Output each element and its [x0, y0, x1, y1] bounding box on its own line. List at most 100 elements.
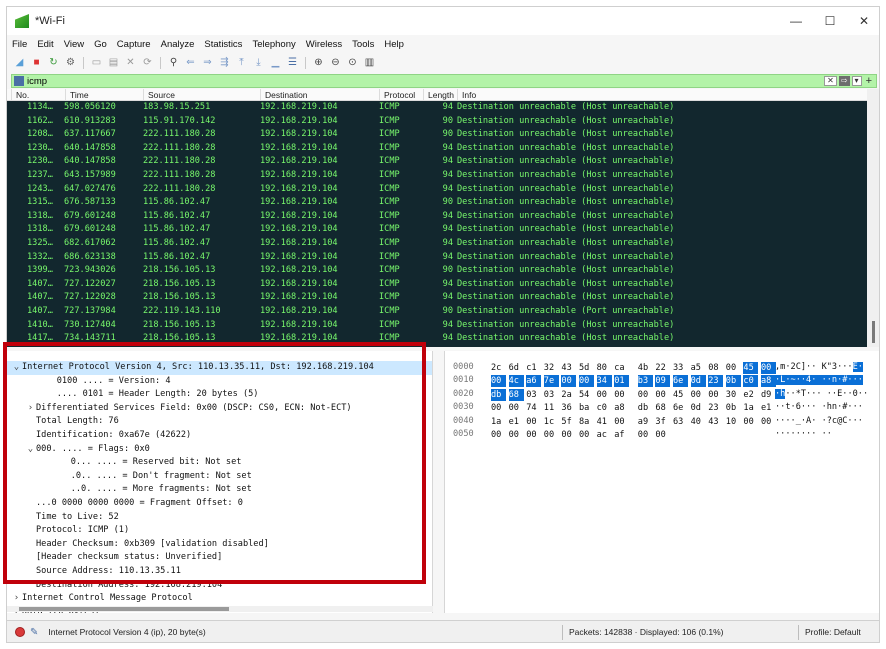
hex-byte[interactable]: 00	[491, 402, 506, 414]
go-back-icon[interactable]: ⇐	[184, 56, 197, 69]
hex-byte[interactable]: 1a	[743, 402, 758, 414]
packet-row[interactable]: 1208… 637.117667 222.111.180.28 192.168.219…	[7, 128, 867, 142]
hex-byte[interactable]: c1	[526, 362, 541, 374]
hex-byte[interactable]: 00	[614, 416, 629, 428]
hex-byte[interactable]: 5d	[579, 362, 594, 374]
menu-capture[interactable]: Capture	[112, 39, 156, 50]
zoom-out-icon[interactable]: ⊖	[329, 56, 342, 69]
hex-byte[interactable]: 11	[544, 402, 559, 414]
packet-row[interactable]: 1407… 727.122028 218.156.105.13 192.168.219…	[7, 291, 867, 305]
hex-ascii[interactable]: ·L·~··4· ··n·#···	[775, 374, 863, 387]
hex-byte[interactable]: 2c	[491, 362, 506, 374]
hex-byte[interactable]: 00	[761, 416, 776, 428]
hex-byte[interactable]: e1	[761, 402, 776, 414]
menu-analyze[interactable]: Analyze	[156, 39, 200, 50]
hex-byte[interactable]: 2a	[561, 389, 576, 401]
detail-tree-item[interactable]: › Differentiated Services Field: 0x00 (DS…	[7, 402, 432, 416]
column-header-source[interactable]: Source	[143, 89, 260, 101]
status-profile[interactable]: Profile: Default	[805, 621, 861, 642]
packet-row[interactable]: 1162… 610.913283 115.91.170.142 192.168.219…	[7, 115, 867, 129]
hex-byte[interactable]: 01	[614, 375, 630, 388]
collapsed-arrow-icon[interactable]: ›	[25, 402, 36, 416]
hex-ascii[interactable]: ,m·2C]·· K"3···E·	[775, 361, 863, 374]
hex-byte[interactable]: 68	[508, 388, 524, 401]
hex-byte[interactable]: c0	[597, 402, 612, 414]
hex-byte[interactable]: a5	[691, 362, 706, 374]
hex-byte[interactable]: 00	[655, 389, 670, 401]
filter-bookmark-icon[interactable]	[14, 76, 24, 86]
hex-byte[interactable]: 23	[708, 402, 723, 414]
expanded-arrow-icon[interactable]: ⌄	[25, 443, 36, 457]
resize-columns-icon[interactable]: ▥	[363, 56, 376, 69]
hex-byte[interactable]: 00	[726, 362, 741, 374]
detail-tree-item[interactable]: [Header checksum status: Unverified]	[7, 551, 432, 565]
reload-file-icon[interactable]: ⟳	[141, 56, 154, 69]
hex-byte[interactable]: 00	[509, 429, 524, 441]
hex-byte[interactable]: 00	[655, 429, 670, 441]
clear-filter-button[interactable]: ✕	[824, 76, 837, 86]
hex-byte[interactable]: 00	[579, 375, 594, 388]
packet-row[interactable]: 1134… 598.056120 183.98.15.251 192.168.219.…	[7, 101, 867, 115]
packet-row[interactable]: 1243… 647.027476 222.111.180.28 192.168.219…	[7, 183, 867, 197]
maximize-button[interactable]: ☐	[813, 7, 847, 35]
packet-row[interactable]: 1230… 640.147858 222.111.180.28 192.168.219…	[7, 155, 867, 169]
save-file-icon[interactable]: ▤	[107, 56, 120, 69]
hex-byte[interactable]: 45	[673, 389, 688, 401]
shark-fin-start-icon[interactable]: ◢	[13, 56, 26, 69]
restart-capture-icon[interactable]: ↻	[47, 56, 60, 69]
packet-row[interactable]: 1417… 734.143711 218.156.105.13 192.168.219…	[7, 332, 867, 346]
hex-byte[interactable]: 6e	[673, 402, 688, 414]
go-first-icon[interactable]: ⤒	[235, 56, 248, 69]
hex-byte[interactable]: 00	[491, 375, 506, 388]
hex-byte[interactable]: 1a	[491, 416, 506, 428]
hex-byte[interactable]: 36	[561, 402, 576, 414]
hex-byte[interactable]: 09	[655, 375, 671, 388]
zoom-reset-icon[interactable]: ⊙	[346, 56, 359, 69]
packet-row[interactable]: 1399… 723.943026 218.156.105.13 192.168.219…	[7, 264, 867, 278]
hex-byte[interactable]: 3f	[655, 416, 670, 428]
menu-wireless[interactable]: Wireless	[301, 39, 347, 50]
detail-tree-item[interactable]: Identification: 0xa67e (42622)	[7, 429, 432, 443]
expanded-arrow-icon[interactable]: ⌄	[11, 361, 22, 375]
hex-byte[interactable]: 30	[726, 389, 741, 401]
hex-byte[interactable]: 00	[691, 389, 706, 401]
hex-byte[interactable]: 43	[561, 362, 576, 374]
hex-ascii[interactable]: ·h··*T··· ··E··0··	[775, 388, 868, 401]
detail-tree-item[interactable]: Time to Live: 52	[7, 511, 432, 525]
autoscroll-icon[interactable]: ▁	[269, 56, 282, 69]
detail-tree-item[interactable]: .0.. .... = Don't fragment: Not set	[7, 470, 432, 484]
column-header-destination[interactable]: Destination	[260, 89, 379, 101]
hex-byte[interactable]: 03	[526, 389, 541, 401]
hex-byte[interactable]: 00	[743, 416, 758, 428]
hex-byte[interactable]: 43	[708, 416, 723, 428]
hex-byte[interactable]: 4b	[638, 362, 653, 374]
hex-byte[interactable]: 00	[509, 402, 524, 414]
minimize-button[interactable]: —	[779, 7, 813, 35]
hex-byte[interactable]: 00	[544, 429, 559, 441]
menu-file[interactable]: File	[7, 39, 32, 50]
hex-byte[interactable]: 5f	[561, 416, 576, 428]
hex-byte[interactable]: 00	[561, 375, 577, 388]
detail-tree-item[interactable]: ...0 0000 0000 0000 = Fragment Offset: 0	[7, 497, 432, 511]
hex-byte[interactable]: 6d	[509, 362, 524, 374]
hex-byte[interactable]: 00	[761, 362, 776, 374]
hex-byte[interactable]: 34	[596, 375, 612, 388]
hex-byte[interactable]: 00	[491, 429, 506, 441]
hex-byte[interactable]: 0b	[726, 402, 741, 414]
go-last-icon[interactable]: ⤓	[252, 56, 265, 69]
hex-byte[interactable]: 00	[638, 429, 653, 441]
hex-byte[interactable]: 00	[561, 429, 576, 441]
menu-view[interactable]: View	[59, 39, 89, 50]
column-header-protocol[interactable]: Protocol	[379, 89, 423, 101]
column-header-length[interactable]: Length	[423, 89, 457, 101]
detail-tree-item[interactable]: 0... .... = Reserved bit: Not set	[7, 456, 432, 470]
hex-byte[interactable]: db	[638, 402, 653, 414]
detail-tree-item[interactable]: Header Checksum: 0xb309 [validation disa…	[7, 538, 432, 552]
hex-byte[interactable]: 1c	[544, 416, 559, 428]
packet-row[interactable]: 1230… 640.147858 222.111.180.28 192.168.219…	[7, 142, 867, 156]
hex-byte[interactable]: 00	[638, 389, 653, 401]
detail-tree-item[interactable]: Source Address: 110.13.35.11	[7, 565, 432, 579]
hex-byte[interactable]: e2	[743, 389, 758, 401]
packet-row[interactable]: 1237… 643.157989 222.111.180.28 192.168.219…	[7, 169, 867, 183]
menu-statistics[interactable]: Statistics	[199, 39, 247, 50]
